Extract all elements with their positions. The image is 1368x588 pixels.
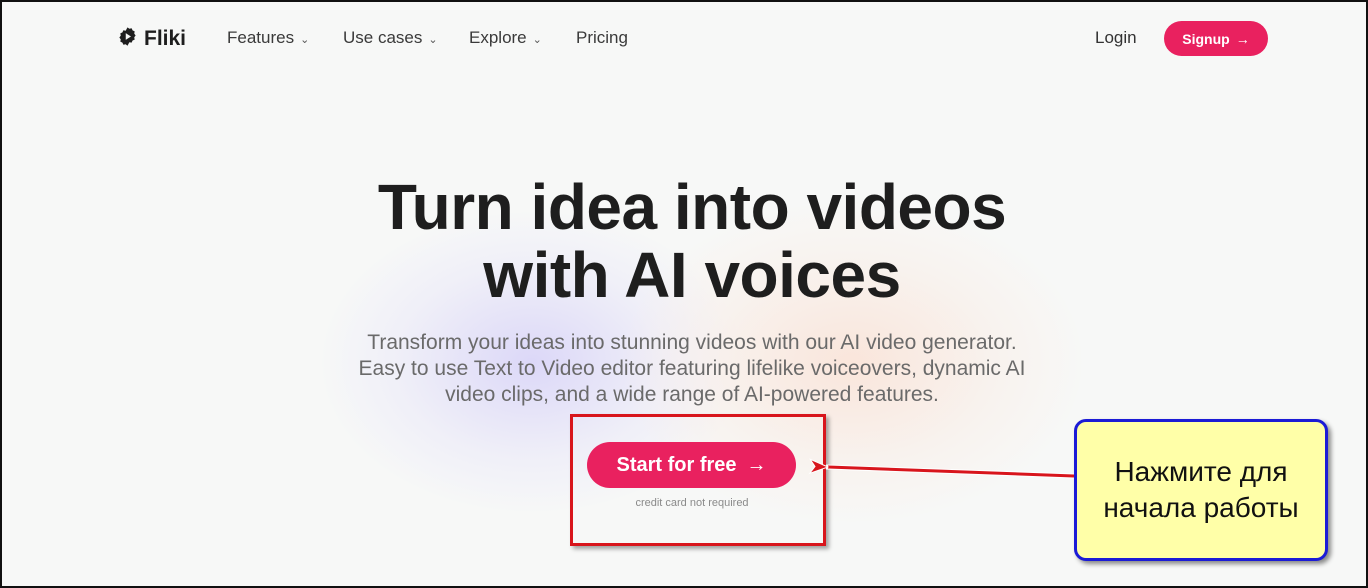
hero-subtitle-line-2: Easy to use Text to Video editor featuri…	[358, 357, 1026, 380]
hero-title-line-2: with AI voices	[483, 239, 901, 311]
chevron-down-icon: ⌄	[532, 33, 542, 46]
chevron-down-icon: ⌄	[428, 33, 438, 46]
cta-label: Start for free	[616, 453, 737, 476]
nav-explore[interactable]: Explore ⌄	[469, 28, 542, 48]
hero-subtitle-line-1: Transform your ideas into stunning video…	[367, 331, 1017, 354]
arrow-right-icon: →	[746, 453, 767, 476]
hero-subtitle-line-3: video clips, and a wide range of AI-powe…	[445, 383, 939, 406]
signup-label: Signup	[1182, 30, 1230, 47]
brand-name: Fliki	[144, 27, 187, 50]
arrow-right-icon: →	[1235, 30, 1250, 47]
nav-explore-label: Explore	[469, 28, 527, 47]
cta-note: credit card not required	[635, 497, 749, 509]
nav-use-cases-label: Use cases	[343, 28, 423, 47]
browser-viewport: Fliki Features ⌄ Use cases ⌄ Explore ⌄ P…	[0, 0, 1368, 588]
play-gear-icon	[117, 26, 138, 52]
nav-use-cases[interactable]: Use cases ⌄	[343, 28, 438, 48]
nav-features[interactable]: Features ⌄	[227, 28, 309, 48]
brand-logo[interactable]: Fliki	[117, 26, 186, 52]
nav-features-label: Features	[227, 28, 295, 47]
signup-button[interactable]: Signup →	[1164, 21, 1268, 56]
chevron-down-icon: ⌄	[300, 33, 310, 46]
start-for-free-button[interactable]: Start for free →	[587, 442, 796, 488]
login-link[interactable]: Login	[1095, 28, 1137, 48]
hero-title-line-1: Turn idea into videos	[377, 171, 1007, 243]
nav-pricing-label: Pricing	[576, 28, 628, 47]
callout-line-1: Нажмите для	[1114, 456, 1288, 487]
annotation-callout: Нажмите для начала работы	[1074, 419, 1328, 561]
top-navigation: Fliki Features ⌄ Use cases ⌄ Explore ⌄ P…	[2, 2, 1366, 76]
nav-pricing[interactable]: Pricing	[576, 28, 628, 48]
callout-line-2: начала работы	[1103, 492, 1299, 523]
